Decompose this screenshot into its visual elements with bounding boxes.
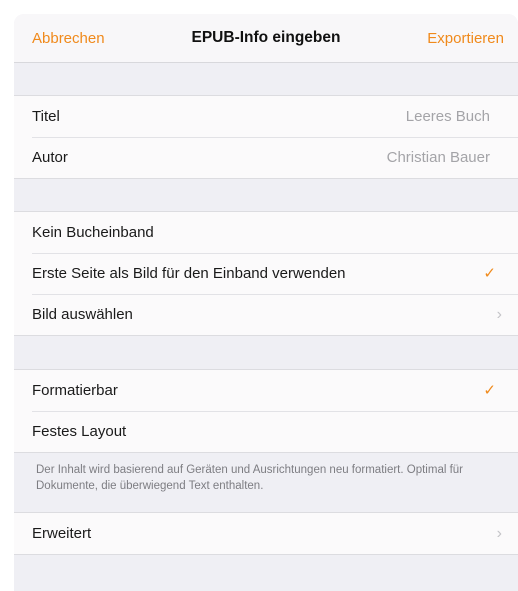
navigation-bar: Abbrechen EPUB-Info eingeben Exportieren xyxy=(14,14,518,63)
layout-group: Formatierbar ✓ Festes Layout xyxy=(14,369,518,453)
layout-note: Der Inhalt wird basierend auf Geräten un… xyxy=(36,464,464,492)
epub-info-sheet: Abbrechen EPUB-Info eingeben Exportieren… xyxy=(14,14,518,591)
author-row[interactable]: Autor Christian Bauer xyxy=(14,137,518,178)
reflowable-option[interactable]: Formatierbar ✓ xyxy=(14,370,518,411)
choose-image-option[interactable]: Bild auswählen › xyxy=(14,294,518,335)
export-button[interactable]: Exportieren xyxy=(427,30,504,47)
first-page-cover-label: Erste Seite als Bild für den Einband ver… xyxy=(32,265,346,282)
first-page-cover-option[interactable]: Erste Seite als Bild für den Einband ver… xyxy=(14,253,518,294)
title-label: Titel xyxy=(32,108,60,125)
checkmark-icon: ✓ xyxy=(483,265,496,282)
no-cover-label: Kein Bucheinband xyxy=(32,224,154,241)
fixed-layout-label: Festes Layout xyxy=(32,423,127,440)
title-value[interactable]: Leeres Buch xyxy=(406,96,490,137)
author-value[interactable]: Christian Bauer xyxy=(387,137,490,178)
chevron-right-icon: › xyxy=(496,525,502,542)
metadata-group: Titel Leeres Buch Autor Christian Bauer xyxy=(14,95,518,179)
advanced-row[interactable]: Erweitert › xyxy=(14,513,518,554)
no-cover-option[interactable]: Kein Bucheinband xyxy=(14,212,518,253)
chevron-right-icon: › xyxy=(496,306,502,323)
title-row[interactable]: Titel Leeres Buch xyxy=(14,96,518,137)
advanced-group: Erweitert › xyxy=(14,512,518,555)
fixed-layout-option[interactable]: Festes Layout xyxy=(14,411,518,452)
author-label: Autor xyxy=(32,149,68,166)
reflowable-label: Formatierbar xyxy=(32,382,118,399)
choose-image-label: Bild auswählen xyxy=(32,306,133,323)
checkmark-icon: ✓ xyxy=(483,382,496,399)
advanced-label: Erweitert xyxy=(32,525,92,542)
cover-group: Kein Bucheinband Erste Seite als Bild fü… xyxy=(14,211,518,336)
